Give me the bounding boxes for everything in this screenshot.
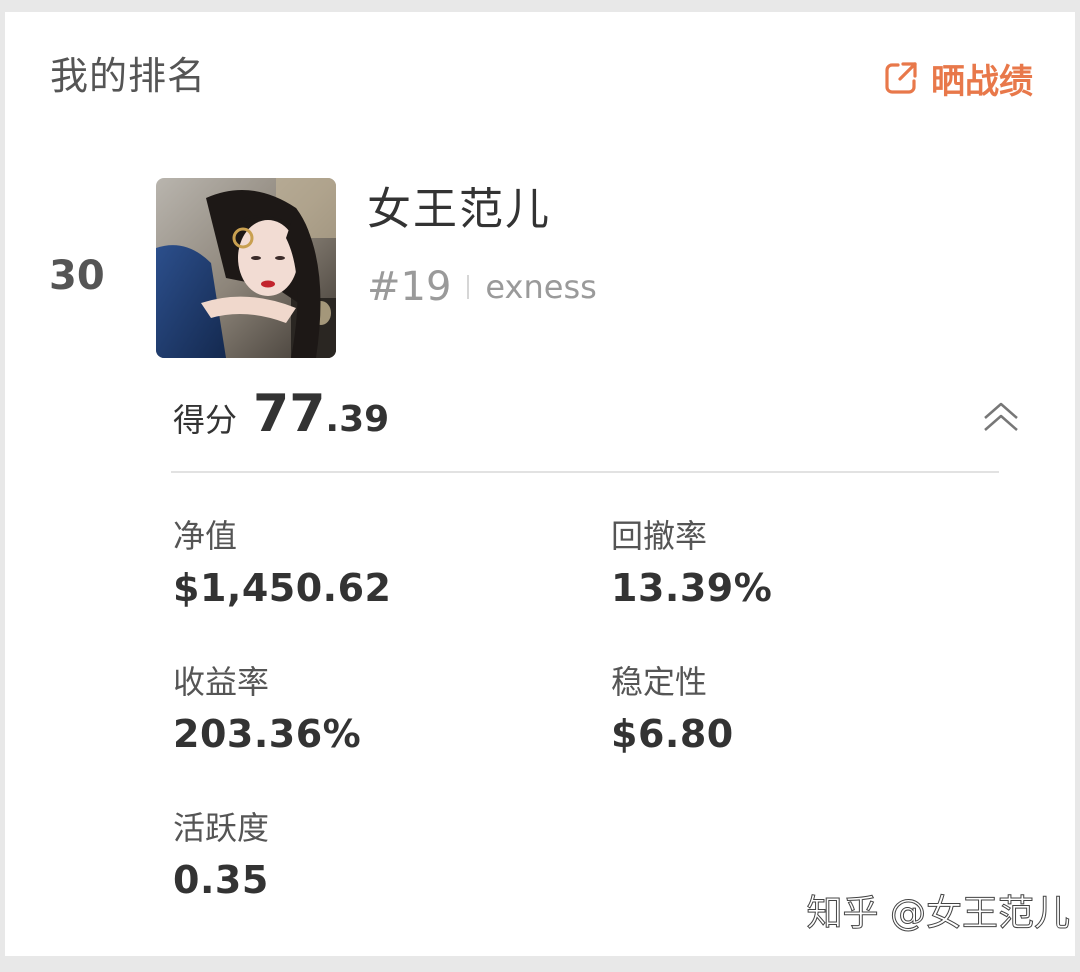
user-meta: #19 exness [367,264,597,310]
stat-value: $1,450.62 [173,566,392,610]
double-chevron-up-icon [984,402,1018,431]
stat-activity: 活跃度 0.35 [173,808,553,904]
stat-label: 收益率 [173,663,270,701]
meta-divider [467,275,470,299]
ranking-card: 我的排名 晒战绩 30 女王范儿 #19 exness 得分 77 .39 净值… [5,12,1075,956]
share-external-icon [883,60,919,96]
stat-stability: 稳定性 $6.80 [611,662,991,758]
stat-drawdown: 回撤率 13.39% [611,516,991,612]
collapse-button[interactable] [979,396,1023,436]
stat-value: 0.35 [173,858,269,902]
score-integer: 77 [253,384,326,444]
stat-net-value: 净值 $1,450.62 [173,516,553,612]
stat-value: 203.36% [173,712,362,756]
avatar[interactable] [156,178,336,358]
section-title: 我的排名 [50,54,207,98]
score-label: 得分 [173,401,238,439]
user-id: #19 [367,264,452,310]
score-decimal: .39 [325,399,390,440]
rank-number: 30 [49,253,105,299]
stat-value: 13.39% [611,566,773,610]
stat-return-rate: 收益率 203.36% [173,662,553,758]
stat-label: 活跃度 [173,809,270,847]
stat-label: 稳定性 [611,663,708,701]
broker-name: exness [485,268,597,306]
watermark: 知乎 @女王范儿 [806,893,1070,935]
divider [171,471,999,473]
user-name: 女王范儿 [367,184,551,235]
stat-label: 回撤率 [611,517,708,555]
score-row: 得分 77 .39 [173,384,389,444]
stat-value: $6.80 [611,712,734,756]
stat-label: 净值 [173,517,238,555]
share-label: 晒战绩 [931,61,1033,102]
share-results-button[interactable]: 晒战绩 [883,56,1033,102]
